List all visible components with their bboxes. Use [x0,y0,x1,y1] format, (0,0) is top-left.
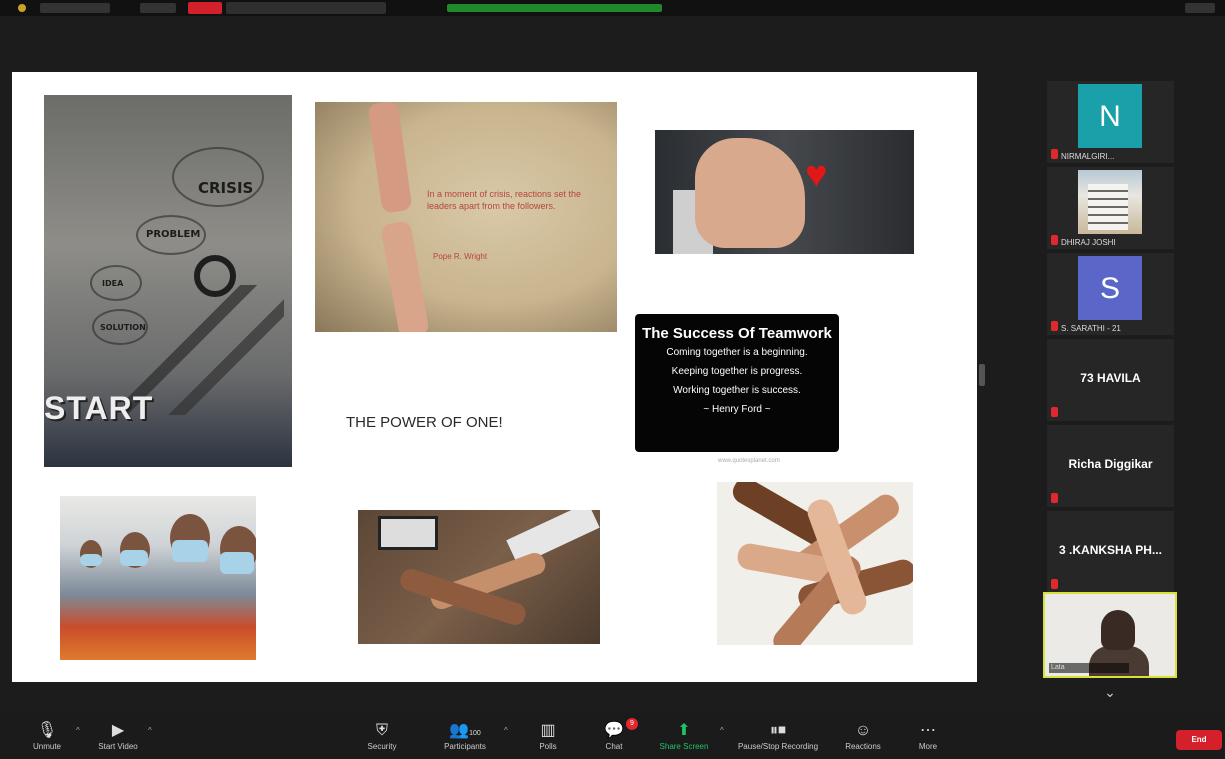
helping-hands-image: In a moment of crisis, reactions set the… [315,102,617,332]
participant-name: 73 HAVILA [1080,371,1141,385]
panel-resize-handle[interactable] [979,364,985,386]
shield-icon[interactable] [18,4,26,12]
muted-mic-icon [1051,235,1058,245]
teamwork-author: ~ Henry Ford ~ [703,404,771,415]
avatar: N [1078,84,1142,148]
start-word: START [44,390,154,426]
screen-share-label [226,2,386,14]
chat-button[interactable]: 💬 9 Chat [596,718,638,751]
quote-author: Pope R. Wright [433,252,488,261]
participant-name: Richa Diggikar [1068,457,1153,471]
participant-name: 3 .KANKSHA PH... [1059,543,1162,557]
zoom-meeting-window: CRISIS PROBLEM IDEA SOLUTION START In a … [0,0,1225,759]
start-video-button[interactable]: ▶ Start Video [88,720,148,751]
share-screen-button[interactable]: ⬆ Share Screen [652,720,716,751]
participants-count: 100 [469,730,481,737]
video-camera-icon: ▶ [111,722,125,739]
start-video-label: Start Video [98,742,138,751]
avatar [1078,170,1142,234]
crisis-stairs-image: CRISIS PROBLEM IDEA SOLUTION START [44,95,292,467]
self-video-person [1101,610,1135,650]
pause-stop-icon: ⏸⏹ [769,722,786,739]
more-label: More [918,742,938,751]
chevron-down-icon[interactable]: ⌄ [1096,684,1124,704]
teamwork-line-3: Working together is success. [673,385,801,396]
muted-mic-icon [1051,149,1058,159]
view-chip[interactable] [140,3,176,13]
security-label: Security [367,742,397,751]
teamwork-quote-card: The Success Of Teamwork Coming together … [635,314,839,452]
pause-recording-label: Pause/Stop Recording [737,742,819,751]
participants-options-caret[interactable]: ^ [504,726,508,735]
teamwork-title: The Success Of Teamwork [642,325,832,342]
meeting-info-chip[interactable] [40,3,110,13]
more-dots-icon: ⋯ [920,722,936,739]
participant-tile[interactable]: Richa Diggikar [1047,425,1174,507]
reactions-button[interactable]: ☺ Reactions [838,720,888,751]
avatar: S [1078,256,1142,320]
participant-tile[interactable]: N NIRMALGIRI... [1047,81,1174,163]
share-screen-label: Share Screen [659,742,709,751]
share-options-caret[interactable]: ^ [720,726,724,735]
participant-name: NIRMALGIRI... [1061,152,1115,161]
meeting-controls-toolbar: 🎙 Unmute ^ ▶ Start Video ^ ⛨ Security 👥1… [0,710,1225,759]
polls-icon: ▥ [540,722,556,739]
more-button[interactable]: ⋯ More [910,720,946,751]
participant-tile[interactable]: DHIRAJ JOSHI [1047,167,1174,249]
crisis-word: CRISIS [198,179,254,197]
viewing-screen-banner[interactable] [447,4,662,12]
teamwork-line-1: Coming together is a beginning. [666,347,808,358]
end-meeting-button[interactable]: End [1176,730,1222,750]
reactions-icon: ☺ [854,722,872,739]
reactions-label: Reactions [845,742,881,751]
unmute-button[interactable]: 🎙 Unmute [22,720,72,751]
heart-icon: ♥ [805,154,828,196]
muted-mic-icon [1051,407,1058,417]
chat-icon: 💬 9 [596,718,638,742]
share-screen-icon: ⬆ [677,722,691,739]
chat-unread-badge: 9 [626,718,638,730]
teamwork-line-2: Keeping together is progress. [671,366,803,377]
stacked-hands-image [717,482,913,645]
crisis-quote: In a moment of crisis, reactions set the… [427,189,582,211]
recording-indicator[interactable] [188,2,222,14]
polls-button[interactable]: ▥ Polls [530,720,566,751]
key-drawing [194,255,236,297]
security-button[interactable]: ⛨ Security [358,720,406,751]
polls-label: Polls [539,742,557,751]
participant-tile[interactable]: S S. SARATHI - 21 [1047,253,1174,335]
participant-name: S. SARATHI - 21 [1061,324,1121,333]
chat-label: Chat [605,742,623,751]
participants-label: Participants [444,742,486,751]
participants-icon: 👥100 [449,722,481,739]
participant-tile[interactable]: 73 HAVILA [1047,339,1174,421]
view-options[interactable] [1185,3,1215,13]
self-video-tile[interactable]: Lata [1043,592,1177,678]
handshake-desk-image [358,510,600,644]
heart-in-hand-image: ♥ [655,130,914,254]
audio-options-caret[interactable]: ^ [76,726,80,735]
muted-mic-icon [1051,579,1058,589]
idea-word: IDEA [102,279,124,288]
teamwork-credit: www.quotesplanet.com [718,458,780,464]
unmute-label: Unmute [32,742,61,751]
participant-tile[interactable]: 3 .KANKSHA PH... [1047,511,1174,593]
power-of-one-text: THE POWER OF ONE! [346,414,503,431]
microphone-icon: 🎙 [36,722,58,739]
muted-mic-icon [1051,321,1058,331]
shield-icon: ⛨ [375,722,388,739]
muted-mic-icon [1051,493,1058,503]
video-options-caret[interactable]: ^ [148,726,152,735]
self-name: Lata [1049,663,1129,673]
participants-button[interactable]: 👥100 Participants [434,720,496,751]
shared-screen-slide: CRISIS PROBLEM IDEA SOLUTION START In a … [12,72,977,682]
masked-crowd-image [60,496,256,660]
participant-name: DHIRAJ JOSHI [1061,238,1116,247]
problem-word: PROBLEM [146,229,201,240]
pause-stop-recording-button[interactable]: ⏸⏹ Pause/Stop Recording [728,720,828,751]
top-status-bar [0,0,1225,16]
